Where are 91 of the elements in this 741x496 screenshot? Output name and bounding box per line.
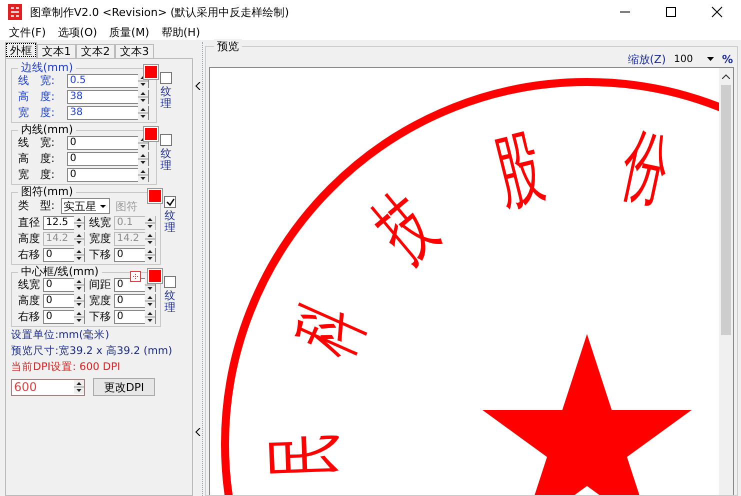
- texture-label: 纹理: [160, 148, 172, 172]
- number-field[interactable]: 0: [67, 168, 149, 182]
- app-icon: [8, 4, 22, 20]
- field-label: 线宽: [89, 216, 111, 230]
- field-label: 高 度:: [18, 90, 56, 104]
- close-icon[interactable]: [711, 6, 723, 18]
- dropdown-arrow-icon: [706, 57, 714, 61]
- seal-character: 股: [486, 120, 552, 221]
- tab[interactable]: 文本3: [115, 44, 154, 58]
- frame-icon[interactable]: [130, 270, 141, 282]
- number-field[interactable]: 0: [43, 248, 85, 262]
- field-label: 宽 度:: [18, 106, 56, 120]
- texture-checkbox[interactable]: [164, 196, 176, 208]
- menu-item[interactable]: 选项(O): [58, 24, 98, 40]
- zoom-dropdown[interactable]: 100: [672, 54, 716, 64]
- number-field[interactable]: 0: [67, 152, 149, 166]
- spin-arrows-icon[interactable]: [138, 106, 148, 120]
- field-label: 高度: [18, 232, 40, 246]
- field-label: 宽度: [89, 294, 111, 308]
- caret-icon[interactable]: [722, 74, 730, 79]
- texture-checkbox[interactable]: [164, 276, 176, 288]
- number-field[interactable]: 0.5: [67, 74, 149, 88]
- number-field[interactable]: 0: [43, 310, 85, 324]
- group-title: 中心框/线(mm): [20, 266, 100, 278]
- unit-text: 设置单位:mm(毫米): [11, 328, 110, 343]
- field-label: 右移: [18, 248, 40, 262]
- menu-item[interactable]: 质量(M): [109, 24, 150, 40]
- tab[interactable]: 文本1: [37, 44, 76, 58]
- change-dpi-button[interactable]: 更改DPI: [93, 378, 155, 396]
- window-title: 图章制作V2.0 <Revision> (默认采用中反走样绘制): [30, 4, 289, 20]
- field-label: 线 宽:: [18, 136, 56, 150]
- field-label: 高 度:: [18, 152, 56, 166]
- caret-icon[interactable]: [194, 428, 200, 436]
- preview-size-text: 预览尺寸:宽39.2 x 高39.2 (mm): [11, 344, 174, 359]
- field-label: 线宽: [18, 278, 40, 292]
- number-field[interactable]: 12.5: [43, 216, 85, 230]
- seal-character: 技: [358, 178, 453, 278]
- seal-character: 科: [278, 290, 381, 368]
- zoom-unit: %: [722, 52, 733, 66]
- spin-arrows-icon[interactable]: [145, 248, 155, 262]
- color-swatch[interactable]: [148, 189, 162, 203]
- group-title: 图符(mm): [20, 186, 74, 198]
- number-field[interactable]: 0: [43, 278, 85, 292]
- menu-item[interactable]: 帮助(H): [161, 24, 200, 40]
- texture-checkbox[interactable]: [160, 72, 172, 84]
- number-field[interactable]: 38: [67, 90, 149, 104]
- group-title: 边线(mm): [20, 62, 74, 74]
- spin-arrows-icon[interactable]: [138, 168, 148, 182]
- menu-item[interactable]: 文件(F): [9, 24, 46, 40]
- panel-title: 预览: [214, 39, 242, 54]
- star-icon: [482, 334, 692, 495]
- symbol-dropdown[interactable]: 实五星: [60, 198, 110, 214]
- texture-label: 纹理: [164, 210, 176, 234]
- zoom-label: 缩放(Z): [628, 52, 666, 66]
- field-label: 右移: [18, 310, 40, 324]
- color-swatch[interactable]: [148, 269, 162, 283]
- spin-arrows-icon[interactable]: [74, 248, 84, 262]
- texture-checkbox[interactable]: [160, 134, 172, 146]
- caret-icon[interactable]: [194, 82, 200, 90]
- field-label: 下移: [89, 248, 111, 262]
- field-label: 下移: [89, 310, 111, 324]
- texture-label: 纹理: [164, 290, 176, 314]
- number-field[interactable]: 0: [43, 294, 85, 308]
- dpi-text: 当前DPI设置: 600 DPI: [11, 360, 122, 375]
- field-label: 宽 度:: [18, 168, 56, 182]
- spin-arrows-icon[interactable]: [74, 380, 84, 394]
- scroll-thumb[interactable]: [721, 85, 731, 335]
- field-label: 线 宽:: [18, 74, 56, 88]
- color-swatch[interactable]: [144, 65, 158, 79]
- dpi-field[interactable]: 600: [11, 378, 85, 396]
- number-field[interactable]: 0: [67, 136, 149, 150]
- spin-arrows-icon[interactable]: [74, 216, 84, 230]
- field-label: 直径: [18, 216, 40, 230]
- tab[interactable]: 文本2: [76, 44, 115, 58]
- number-field[interactable]: 0: [114, 248, 156, 262]
- spin-arrows-icon[interactable]: [74, 310, 84, 324]
- spin-arrows-icon[interactable]: [145, 310, 155, 324]
- number-field[interactable]: 0: [114, 310, 156, 324]
- tab[interactable]: 外框: [5, 42, 37, 58]
- maximize-icon[interactable]: [665, 6, 677, 18]
- field-label: 间距: [89, 278, 111, 292]
- color-swatch[interactable]: [144, 127, 158, 141]
- field-label: 高度: [18, 294, 40, 308]
- field-label: 宽度: [89, 232, 111, 246]
- group-title: 内线(mm): [20, 124, 74, 136]
- seal-character: 份: [614, 118, 677, 218]
- seal-character: 民: [258, 430, 352, 478]
- number-field[interactable]: 38: [67, 106, 149, 120]
- field-label: 类 型:: [18, 199, 55, 213]
- texture-label: 纹理: [160, 86, 172, 110]
- number-field[interactable]: 0: [114, 294, 156, 308]
